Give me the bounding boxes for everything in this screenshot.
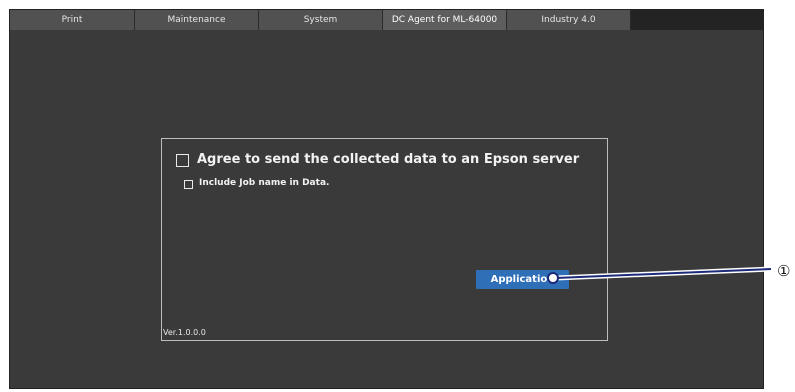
tab-dc-agent[interactable]: DC Agent for ML-64000 [383, 10, 507, 30]
include-job-name-label: Include Job name in Data. [199, 178, 330, 188]
tab-industry-4[interactable]: Industry 4.0 [507, 10, 631, 30]
application-button[interactable]: Application [476, 270, 569, 289]
app-window: Print Maintenance System DC Agent for ML… [9, 9, 764, 389]
tab-system[interactable]: System [259, 10, 383, 30]
include-job-name-checkbox[interactable] [184, 180, 193, 189]
tab-maintenance[interactable]: Maintenance [135, 10, 259, 30]
tab-bar: Print Maintenance System DC Agent for ML… [10, 10, 763, 30]
tab-print[interactable]: Print [10, 10, 135, 30]
agree-label: Agree to send the collected data to an E… [197, 152, 580, 167]
version-label: Ver.1.0.0.0 [163, 328, 206, 337]
agree-checkbox[interactable] [176, 154, 189, 167]
data-collection-panel: Agree to send the collected data to an E… [161, 138, 608, 341]
callout-number: ① [777, 262, 791, 280]
